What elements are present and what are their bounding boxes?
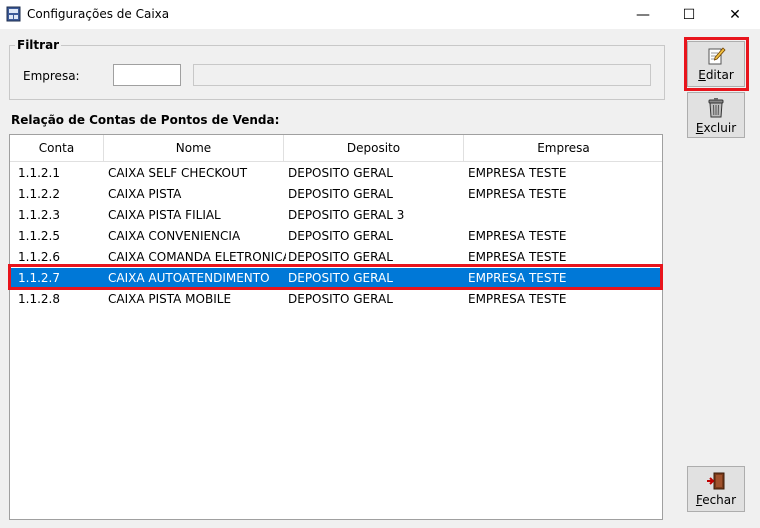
table-cell: EMPRESA TESTE: [468, 187, 567, 201]
delete-button-label: Excluir: [695, 121, 737, 135]
table-row[interactable]: 1.1.2.2 CAIXA PISTA DEPOSITO GERAL EMPRESA …: [10, 184, 662, 205]
app-window-icon: [6, 6, 21, 22]
table-cell: 1.1.2.1: [18, 166, 60, 180]
filter-legend: Filtrar: [15, 38, 62, 52]
table-cell: DEPOSITO GERAL: [288, 292, 393, 306]
table-cell: CAIXA PISTA FILIAL: [108, 208, 221, 222]
close-button[interactable]: Fechar: [687, 466, 745, 512]
table-cell: DEPOSITO GERAL: [288, 229, 393, 243]
table-row[interactable]: 1.1.2.5 CAIXA CONVENIENCIA DEPOSITO GERAL E…: [10, 226, 662, 247]
column-header-deposito[interactable]: Deposito: [284, 135, 464, 162]
list-title: Relação de Contas de Pontos de Venda:: [11, 113, 280, 127]
window-title: Configurações de Caixa: [27, 7, 170, 21]
table-cell: 1.1.2.2: [18, 187, 60, 201]
table-cell: EMPRESA TESTE: [468, 292, 567, 306]
table-cell: EMPRESA TESTE: [468, 229, 567, 243]
maximize-icon: ☐: [682, 6, 696, 23]
table-cell: DEPOSITO GERAL: [288, 166, 393, 180]
column-header-nome[interactable]: Nome: [104, 135, 284, 162]
table-cell: 1.1.2.3: [18, 208, 60, 222]
table-cell: EMPRESA TESTE: [468, 166, 567, 180]
exit-door-icon: [707, 472, 725, 490]
selected-row-highlight: [8, 264, 663, 290]
table-cell: CAIXA SELF CHECKOUT: [108, 166, 248, 180]
trash-can-icon: [708, 98, 724, 118]
table-cell: [468, 205, 658, 226]
minimize-button[interactable]: —: [620, 0, 666, 29]
title-bar: Configurações de Caixa — ☐ ✕: [0, 0, 760, 29]
empresa-name-field: [193, 64, 651, 86]
column-header-conta[interactable]: Conta: [10, 135, 104, 162]
close-icon: ✕: [729, 6, 741, 23]
table-cell: DEPOSITO GERAL 3: [288, 208, 405, 222]
edit-button-highlight: [684, 37, 749, 91]
table-cell: DEPOSITO GERAL: [288, 187, 393, 201]
table-cell: CAIXA CONVENIENCIA: [108, 229, 241, 243]
table-row[interactable]: 1.1.2.8 CAIXA PISTA MOBILE DEPOSITO GERAL E…: [10, 289, 662, 310]
table-cell: 1.1.2.8: [18, 292, 60, 306]
delete-button[interactable]: Excluir: [687, 92, 745, 138]
table-row[interactable]: 1.1.2.3 CAIXA PISTA FILIAL DEPOSITO GERAL …: [10, 205, 662, 226]
table-row[interactable]: 1.1.2.1 CAIXA SELF CHECKOUT DEPOSITO GERAL…: [10, 163, 662, 184]
accounts-grid[interactable]: Conta Nome Deposito Empresa 1.1.2.1 CAIXA…: [9, 134, 663, 520]
table-cell: CAIXA PISTA MOBILE: [108, 292, 232, 306]
table-cell: CAIXA PISTA: [108, 187, 182, 201]
table-cell: 1.1.2.5: [18, 229, 60, 243]
maximize-button[interactable]: ☐: [666, 0, 712, 29]
empresa-label: Empresa:: [23, 69, 80, 83]
column-header-empresa[interactable]: Empresa: [464, 135, 662, 162]
empresa-code-input[interactable]: [113, 64, 181, 86]
close-window-button[interactable]: ✕: [712, 0, 758, 29]
minimize-icon: —: [636, 6, 650, 23]
close-button-label: Fechar: [695, 493, 737, 507]
